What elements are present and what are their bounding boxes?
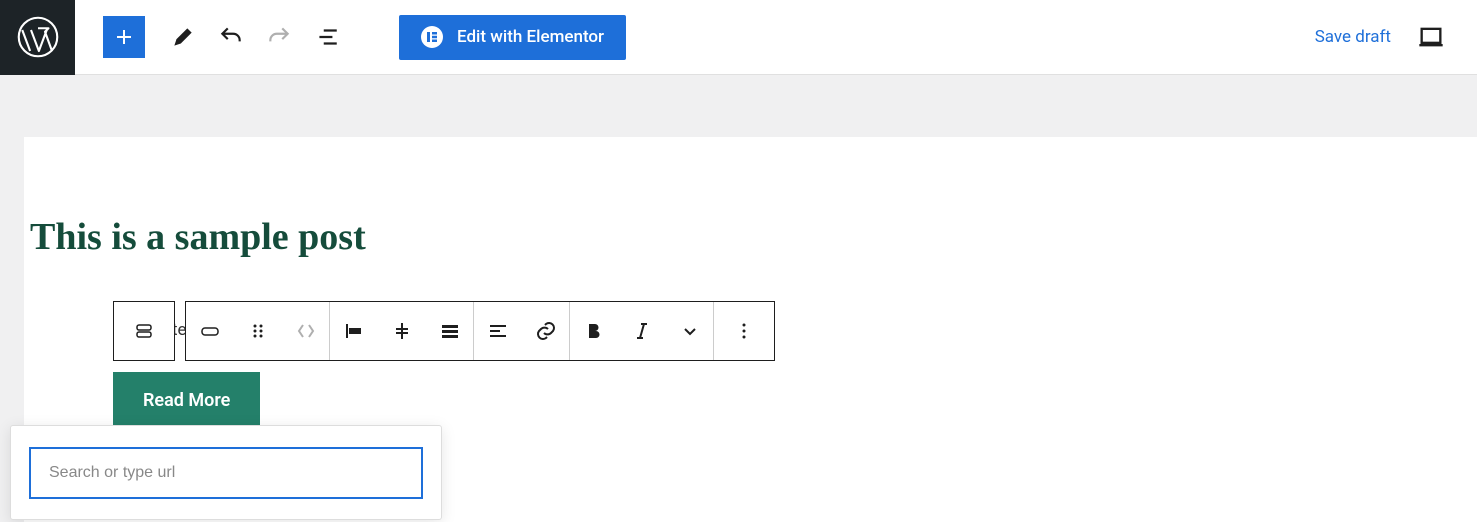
toolbar-left: Edit with Elementor	[75, 13, 626, 61]
bold-icon	[582, 319, 606, 343]
toolbar-right: Save draft	[1315, 19, 1477, 55]
edit-with-elementor-button[interactable]: Edit with Elementor	[399, 15, 626, 60]
align-full-button[interactable]	[426, 302, 474, 360]
save-draft-button[interactable]: Save draft	[1315, 27, 1391, 47]
read-more-button-block[interactable]: Read More	[113, 372, 260, 429]
align-full-icon	[438, 319, 462, 343]
undo-button[interactable]	[207, 13, 255, 61]
chevron-down-icon	[678, 319, 702, 343]
add-block-button[interactable]	[103, 16, 145, 58]
link-button[interactable]	[522, 302, 570, 360]
align-left-button[interactable]	[330, 302, 378, 360]
wordpress-icon	[17, 16, 59, 58]
toolbar-group-main	[185, 301, 775, 361]
document-overview-button[interactable]	[303, 13, 351, 61]
link-icon	[534, 319, 558, 343]
laptop-icon	[1417, 23, 1445, 51]
move-icon	[294, 319, 318, 343]
block-toolbar	[113, 301, 775, 361]
buttons-block-icon	[132, 319, 156, 343]
more-vertical-icon	[732, 319, 756, 343]
elementor-icon	[421, 26, 443, 48]
pencil-icon	[170, 24, 196, 50]
tools-button[interactable]	[159, 13, 207, 61]
button-icon	[198, 319, 222, 343]
toolbar-group-block-type	[113, 301, 175, 361]
text-align-button[interactable]	[474, 302, 522, 360]
drag-handle[interactable]	[234, 302, 282, 360]
link-url-input[interactable]	[29, 447, 423, 499]
redo-icon	[266, 24, 292, 50]
block-type-button[interactable]	[114, 302, 174, 360]
italic-button[interactable]	[618, 302, 666, 360]
preview-button[interactable]	[1413, 19, 1449, 55]
text-align-icon	[486, 319, 510, 343]
post-title[interactable]: This is a sample post	[24, 137, 1477, 259]
bold-button[interactable]	[570, 302, 618, 360]
align-center-icon	[390, 319, 414, 343]
redo-button[interactable]	[255, 13, 303, 61]
undo-icon	[218, 24, 244, 50]
drag-icon	[246, 319, 270, 343]
editor-top-bar: Edit with Elementor Save draft	[0, 0, 1477, 75]
italic-icon	[630, 319, 654, 343]
align-center-button[interactable]	[378, 302, 426, 360]
transform-button[interactable]	[186, 302, 234, 360]
align-left-icon	[342, 319, 366, 343]
link-url-popover	[10, 425, 442, 520]
wordpress-logo-button[interactable]	[0, 0, 75, 75]
more-formatting-button[interactable]	[666, 302, 714, 360]
plus-icon	[112, 25, 136, 49]
more-options-button[interactable]	[714, 302, 774, 360]
list-icon	[314, 24, 340, 50]
elementor-label: Edit with Elementor	[457, 27, 604, 47]
move-buttons[interactable]	[282, 302, 330, 360]
